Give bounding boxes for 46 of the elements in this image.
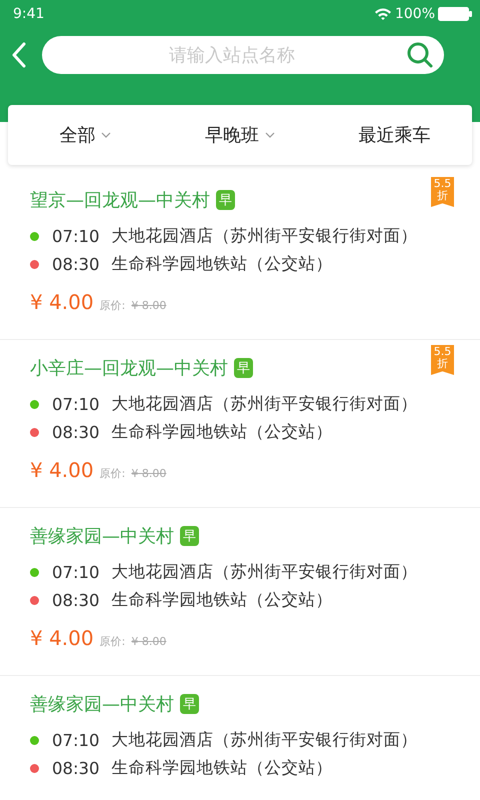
stop-time: 08:30 xyxy=(52,590,100,610)
filter-tab[interactable]: 早晚班 xyxy=(162,123,318,147)
stop-name: 生命科学园地铁站（公交站） xyxy=(112,589,333,611)
original-price: ¥ 8.00 xyxy=(131,467,166,480)
search-icon[interactable] xyxy=(406,41,434,69)
stop-name: 大地花园酒店（苏州街平安银行街对面） xyxy=(112,225,418,247)
original-price-label: 原价: xyxy=(100,634,126,649)
back-icon[interactable] xyxy=(12,42,26,68)
price: ¥ 4.00 xyxy=(30,626,94,650)
wifi-icon xyxy=(374,7,392,21)
shift-tag: 早 xyxy=(180,526,199,546)
stop-time: 07:10 xyxy=(52,394,100,414)
stop-time: 07:10 xyxy=(52,562,100,582)
price: ¥ 4.00 xyxy=(30,290,94,314)
price: ¥ 4.00 xyxy=(30,458,94,482)
chevron-down-icon xyxy=(101,132,112,138)
stop-time: 07:10 xyxy=(52,226,100,246)
original-price-label: 原价: xyxy=(100,466,126,481)
stop-name: 大地花园酒店（苏州街平安银行街对面） xyxy=(112,729,418,751)
chevron-down-icon xyxy=(265,132,275,138)
shift-tag: 早 xyxy=(216,190,235,210)
original-price: ¥ 8.00 xyxy=(131,635,166,648)
status-time: 9:41 xyxy=(13,6,44,22)
stop-name: 生命科学园地铁站（公交站） xyxy=(112,757,333,779)
original-price-label: 原价: xyxy=(100,298,126,313)
stop-name: 生命科学园地铁站（公交站） xyxy=(112,421,333,443)
route-title[interactable]: 小辛庄—回龙观—中关村 xyxy=(30,356,228,380)
discount-badge: 5.5 折 xyxy=(431,345,454,375)
filter-tab[interactable]: 全部 xyxy=(8,123,163,147)
stop-name: 大地花园酒店（苏州街平安银行街对面） xyxy=(112,561,418,583)
filter-tab[interactable]: 最近乘车 xyxy=(317,123,472,147)
original-price: ¥ 8.00 xyxy=(131,299,166,312)
route-title[interactable]: 望京—回龙观—中关村 xyxy=(30,188,210,212)
discount-badge: 5.5 折 xyxy=(431,177,454,207)
stop-name: 生命科学园地铁站（公交站） xyxy=(112,253,333,275)
shift-tag: 早 xyxy=(180,694,199,714)
route-title[interactable]: 善缘家园—中关村 xyxy=(30,524,174,548)
stop-time: 08:30 xyxy=(52,422,100,442)
battery-icon xyxy=(438,7,472,21)
stop-time: 07:10 xyxy=(52,730,100,750)
route-title[interactable]: 善缘家园—中关村 xyxy=(30,692,174,716)
stop-name: 大地花园酒店（苏州街平安银行街对面） xyxy=(112,393,418,415)
stop-time: 08:30 xyxy=(52,758,100,778)
stop-time: 08:30 xyxy=(52,254,100,274)
shift-tag: 早 xyxy=(234,358,253,378)
battery-percent: 100% xyxy=(394,6,435,22)
